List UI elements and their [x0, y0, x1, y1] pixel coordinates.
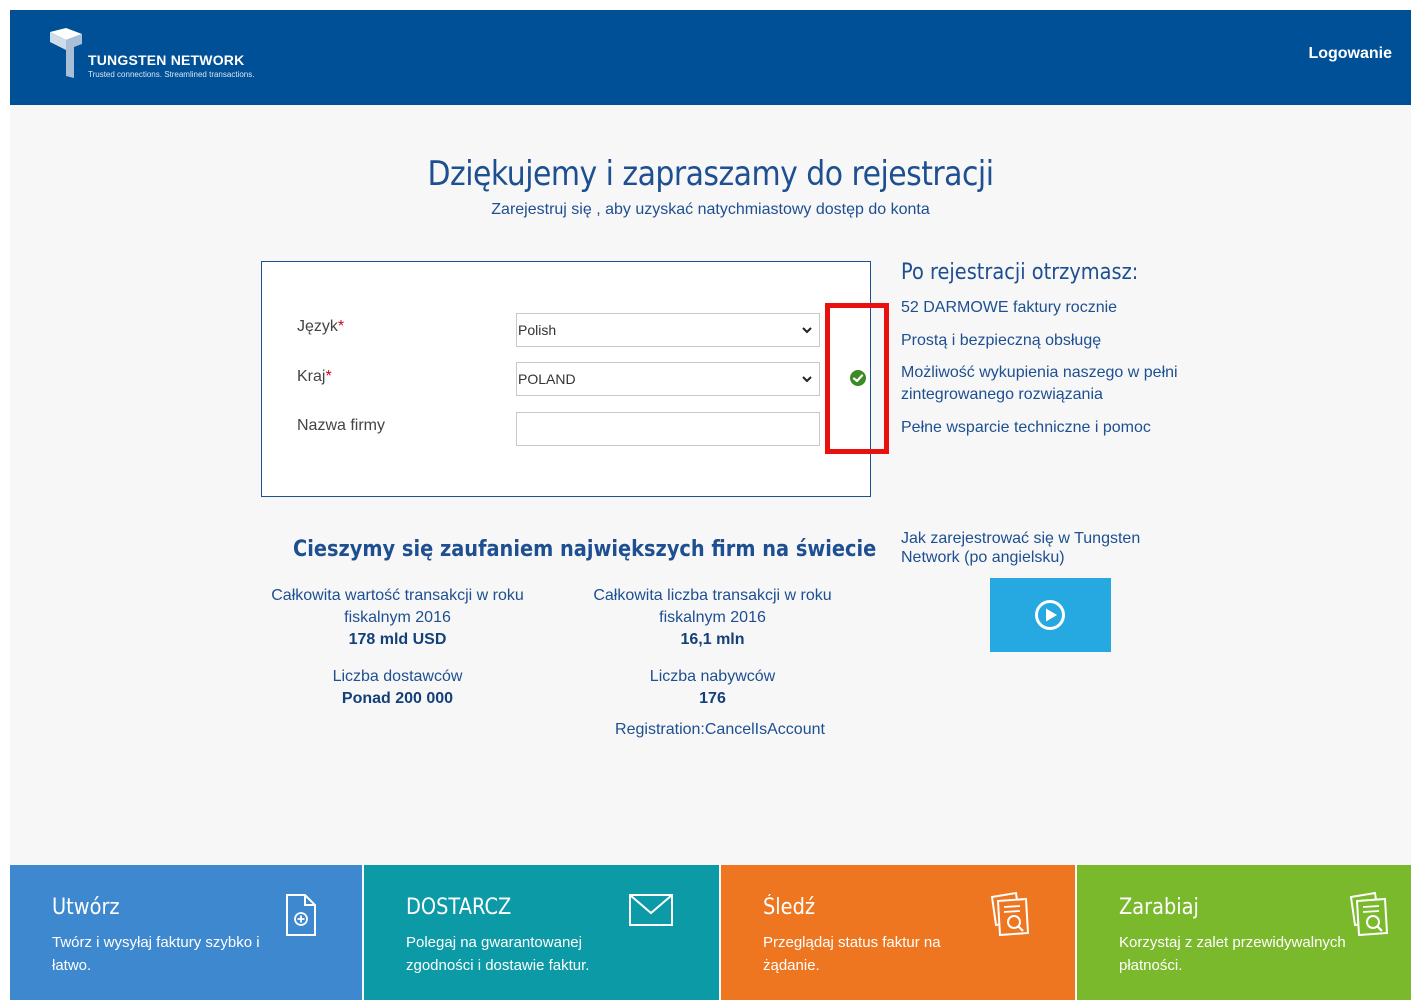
stat-buyers: Liczba nabywców 176: [585, 666, 840, 710]
benefit-item: Pełne wsparcie techniczne i pomoc: [901, 419, 1151, 436]
stat-value: Ponad 200 000: [341, 690, 454, 707]
company-label: Nazwa firmy: [297, 417, 386, 434]
benefits-title: Po rejestracji otrzymasz:: [901, 260, 1139, 285]
benefit-item: Prostą i bezpieczną obsługę: [901, 332, 1102, 349]
tile-title: DOSTARCZ: [406, 895, 512, 920]
tile-description: Twórz i wysyłaj faktury szybko i łatwo.: [52, 934, 260, 974]
chevron-down-icon: [802, 327, 812, 334]
tile-title: Zarabiaj: [1119, 895, 1199, 920]
country-select[interactable]: POLAND: [516, 362, 820, 396]
play-icon: [1035, 600, 1065, 630]
stat-label: Całkowita liczba transakcji w roku fiska…: [593, 587, 832, 626]
stat-label: Liczba nabywców: [649, 668, 776, 685]
tile-description: Polegaj na gwarantowanej zgodności i dos…: [406, 934, 590, 974]
registration-status-text: Registration:CancelIsAccount: [615, 721, 825, 738]
invoice-search-icon: [990, 891, 1030, 937]
company-name-input[interactable]: [516, 412, 820, 446]
required-mark: *: [325, 368, 332, 385]
video-play-button[interactable]: [990, 578, 1111, 652]
benefit-item: Możliwość wykupienia naszego w pełni zin…: [901, 364, 1178, 403]
required-mark: *: [337, 318, 345, 335]
page: TUNGSTEN NETWORK Trusted connections. St…: [10, 10, 1411, 1000]
tile-earn[interactable]: Zarabiaj Korzystaj z zalet przewidywalny…: [1077, 865, 1411, 1000]
tile-title: Utwórz: [52, 895, 120, 920]
tile-description: Przeglądaj status faktur na żądanie.: [763, 934, 941, 974]
stat-value: 176: [699, 690, 726, 707]
country-label: Kraj*: [297, 368, 332, 385]
stat-label: Liczba dostawców: [332, 668, 463, 685]
document-add-icon: [286, 894, 316, 936]
language-label: Język*: [297, 318, 345, 335]
highlight-box: [825, 303, 889, 454]
stat-transaction-count: Całkowita liczba transakcji w roku fiska…: [585, 585, 840, 651]
video-title: Jak zarejestrować się w Tungsten Network…: [901, 530, 1141, 566]
page-subtitle: Zarejestruj się , aby uzyskać natychmias…: [491, 201, 930, 218]
stat-value: 16,1 mln: [680, 631, 745, 648]
tungsten-logo-icon: [50, 28, 82, 78]
brand-tagline: Trusted connections. Streamlined transac…: [88, 70, 255, 79]
brand-name: TUNGSTEN NETWORK: [88, 52, 245, 68]
login-link[interactable]: Logowanie: [1308, 45, 1392, 63]
tile-deliver[interactable]: DOSTARCZ Polegaj na gwarantowanej zgodno…: [364, 865, 719, 1000]
language-select[interactable]: Polish: [516, 313, 820, 347]
chevron-down-icon: [802, 376, 812, 383]
stat-label: Całkowita wartość transakcji w roku fisk…: [271, 587, 524, 626]
tile-title: Śledź: [763, 895, 816, 920]
stat-suppliers: Liczba dostawców Ponad 200 000: [260, 666, 535, 710]
invoice-search-icon: [1349, 891, 1389, 937]
tile-create[interactable]: Utwórz Twórz i wysyłaj faktury szybko i …: [10, 865, 362, 1000]
benefit-item: 52 DARMOWE faktury rocznie: [901, 299, 1118, 316]
tile-description: Korzystaj z zalet przewidywalnych płatno…: [1119, 934, 1346, 974]
stat-transaction-value: Całkowita wartość transakcji w roku fisk…: [260, 585, 535, 651]
language-select-value: Polish: [518, 322, 557, 338]
top-header: TUNGSTEN NETWORK Trusted connections. St…: [10, 10, 1411, 105]
stat-value: 178 mld USD: [348, 631, 447, 648]
page-title: Dziękujemy i zapraszamy do rejestracji: [427, 154, 994, 194]
envelope-icon: [629, 894, 673, 926]
trust-title: Cieszymy się zaufaniem największych firm…: [293, 537, 877, 562]
country-select-value: POLAND: [518, 371, 576, 387]
tile-track[interactable]: Śledź Przeglądaj status faktur na żądani…: [721, 865, 1075, 1000]
registration-form: Język* Polish Kraj* POLAND Nazwa firmy: [261, 261, 871, 497]
brand-logo[interactable]: TUNGSTEN NETWORK Trusted connections. St…: [48, 28, 254, 84]
